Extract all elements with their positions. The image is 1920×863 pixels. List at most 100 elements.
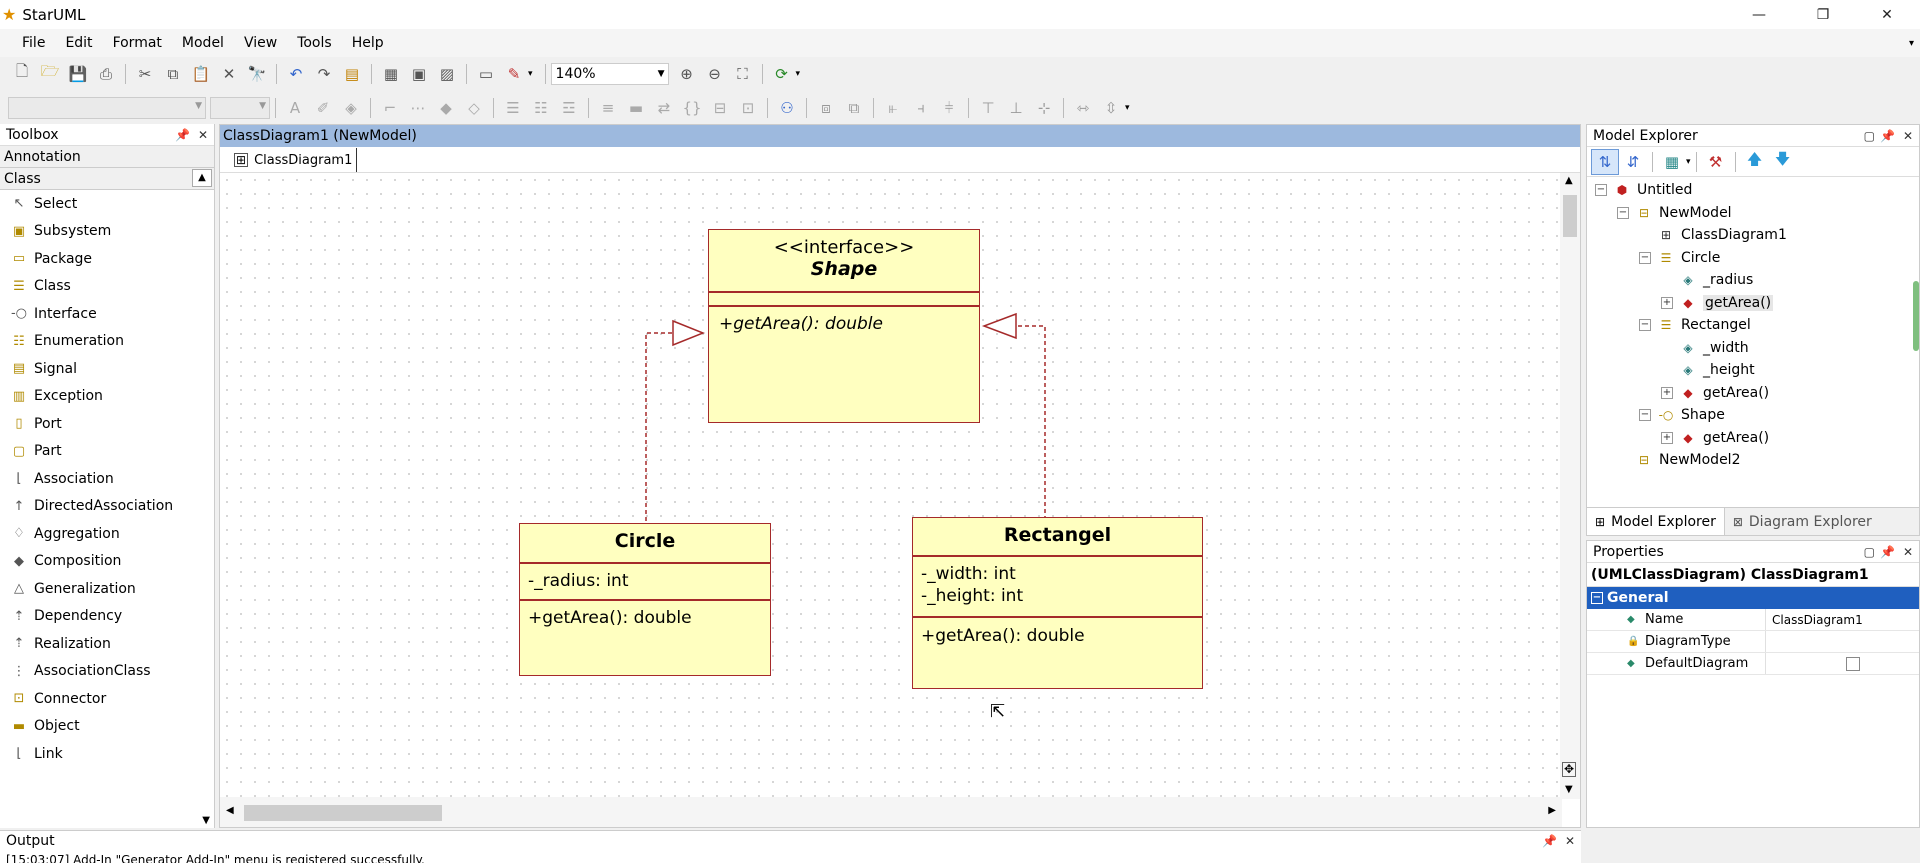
default-diagram-checkbox[interactable]: [1846, 656, 1860, 671]
toolbox-item-dependency[interactable]: ⇡ Dependency: [0, 603, 214, 631]
diagram-explorer-tab[interactable]: ⊠ Diagram Explorer: [1725, 508, 1880, 535]
refresh-dropdown-icon[interactable]: ▾: [796, 69, 801, 79]
properties-pin-icon[interactable]: 📌: [1880, 545, 1895, 559]
zoom-combo[interactable]: 140% ▼: [550, 62, 669, 85]
find-icon[interactable]: 🔭: [243, 61, 271, 87]
save-icon[interactable]: 💾: [64, 61, 92, 87]
addin-dropdown-icon[interactable]: ▾: [528, 69, 533, 79]
send-back-icon[interactable]: ⧉: [840, 95, 868, 121]
model-properties-icon[interactable]: ⚒: [1702, 149, 1730, 175]
toolbox-item-realization[interactable]: ⇡ Realization: [0, 630, 214, 658]
align-middle-icon[interactable]: ⊹: [1030, 95, 1058, 121]
format-more-dropdown-icon[interactable]: ▾: [1125, 103, 1130, 113]
tree-node[interactable]: − ⬢ Untitled: [1595, 179, 1919, 202]
bring-front-icon[interactable]: ⧈: [812, 95, 840, 121]
layout-icon[interactable]: ⚇: [773, 95, 801, 121]
diagram-view-icon[interactable]: ▣: [405, 61, 433, 87]
menu-overflow-icon[interactable]: ▾: [1909, 38, 1914, 49]
menu-model[interactable]: Model: [172, 35, 234, 51]
line-style-dropdown-icon[interactable]: ⋯: [404, 95, 432, 121]
show-op-icon[interactable]: ☷: [527, 95, 555, 121]
align-bottom-icon[interactable]: ⊥: [1002, 95, 1030, 121]
maximize-button[interactable]: ❐: [1794, 0, 1852, 29]
space-v-icon[interactable]: ⇳: [1097, 95, 1125, 121]
align-top-icon[interactable]: ⊤: [974, 95, 1002, 121]
fill-color-icon[interactable]: ◈: [337, 95, 365, 121]
toolbox-class-category[interactable]: Class ▲: [0, 168, 214, 190]
rectangel-class-box[interactable]: Rectangel -_width: int -_height: int +ge…: [912, 517, 1203, 689]
zoom-out-icon[interactable]: ⊖: [701, 61, 729, 87]
collapse-icon[interactable]: −: [1639, 409, 1651, 422]
toolbox-item-exception[interactable]: ▥ Exception: [0, 383, 214, 411]
expand-icon[interactable]: +: [1661, 296, 1673, 309]
property-value[interactable]: [1765, 653, 1919, 674]
move-up-icon[interactable]: 🡅: [1741, 149, 1769, 175]
output-pin-icon[interactable]: 📌: [1542, 834, 1557, 848]
collapse-icon[interactable]: −: [1617, 206, 1629, 219]
tree-node[interactable]: ◈ _height: [1595, 359, 1919, 382]
shape-interface-box[interactable]: <<interface>> Shape +getArea(): double: [708, 229, 980, 423]
copy-icon[interactable]: ⧉: [159, 61, 187, 87]
print-icon[interactable]: ⎙: [92, 61, 120, 87]
toolbox-scroll-down-icon[interactable]: ▼: [202, 815, 210, 826]
toolbox-item-object[interactable]: ▬ Object: [0, 713, 214, 741]
minimize-button[interactable]: —: [1730, 0, 1788, 29]
diagram-open-icon[interactable]: ▨: [433, 61, 461, 87]
properties-general-section[interactable]: − General: [1587, 587, 1919, 609]
output-close-icon[interactable]: ✕: [1565, 834, 1575, 848]
menu-view[interactable]: View: [234, 35, 287, 51]
toolbox-item-association[interactable]: ⌊ Association: [0, 465, 214, 493]
property-value[interactable]: ClassDiagram1: [1765, 609, 1919, 630]
redo-icon[interactable]: ↷: [310, 61, 338, 87]
tree-node[interactable]: ⊟ NewModel2: [1595, 449, 1919, 472]
scroll-left-icon[interactable]: ◀: [226, 805, 234, 816]
collapse-icon[interactable]: −: [1639, 251, 1651, 264]
delete-icon[interactable]: ✕: [215, 61, 243, 87]
toolbox-item-aggregation[interactable]: ♢ Aggregation: [0, 520, 214, 548]
explorer-float-icon[interactable]: ▢: [1864, 129, 1875, 143]
tree-node[interactable]: + ◆ getArea(): [1595, 427, 1919, 450]
toolbox-item-subsystem[interactable]: ▣ Subsystem: [0, 218, 214, 246]
explorer-resize-grip[interactable]: [1913, 281, 1919, 351]
pin-icon[interactable]: 📌: [175, 128, 190, 142]
space-h-icon[interactable]: ⇿: [1069, 95, 1097, 121]
tree-node[interactable]: ◈ _radius: [1595, 269, 1919, 292]
collapse-category-icon[interactable]: ▲: [192, 169, 212, 187]
tree-node[interactable]: + ◆ getArea(): [1595, 292, 1919, 315]
move-down-icon[interactable]: 🡇: [1769, 149, 1797, 175]
filter-dropdown-icon[interactable]: ▾: [1686, 157, 1691, 167]
circle-class-box[interactable]: Circle -_radius: int +getArea(): double: [519, 523, 771, 676]
align-left-icon[interactable]: ⫦: [879, 95, 907, 121]
tree-node[interactable]: − ☰ Rectangel: [1595, 314, 1919, 337]
menu-file[interactable]: File: [12, 35, 55, 51]
menu-tools[interactable]: Tools: [287, 35, 342, 51]
toolbox-item-class[interactable]: ☰ Class: [0, 273, 214, 301]
font-size-combo[interactable]: ▼: [210, 96, 270, 119]
compartment-icon[interactable]: ⊟: [706, 95, 734, 121]
paste-icon[interactable]: 📋: [187, 61, 215, 87]
refresh-icon[interactable]: ⟳: [768, 61, 796, 87]
filter-icon[interactable]: ▦: [1658, 149, 1686, 175]
explorer-pin-icon[interactable]: 📌: [1880, 129, 1895, 143]
suppress-icon[interactable]: ◇: [460, 95, 488, 121]
align-center-icon[interactable]: ⫩: [935, 95, 963, 121]
font-name-combo[interactable]: ▼: [8, 96, 206, 119]
cut-icon[interactable]: ✂: [131, 61, 159, 87]
visibility-icon[interactable]: {}: [678, 95, 706, 121]
tree-node[interactable]: − -○ Shape: [1595, 404, 1919, 427]
scroll-right-icon[interactable]: ▶: [1548, 805, 1556, 816]
menu-format[interactable]: Format: [103, 35, 172, 51]
vscroll-thumb[interactable]: [1563, 195, 1577, 237]
toolbox-item-select[interactable]: ↖ Select: [0, 190, 214, 218]
annotation-icon[interactable]: ≡: [594, 95, 622, 121]
toolbox-item-link[interactable]: ⌊ Link: [0, 740, 214, 768]
explorer-close-icon[interactable]: ✕: [1903, 129, 1913, 143]
properties-float-icon[interactable]: ▢: [1864, 545, 1875, 559]
rectilinear-icon[interactable]: ◆: [432, 95, 460, 121]
scroll-down-icon[interactable]: ▼: [1565, 784, 1573, 795]
diagram-tab[interactable]: ⊞ ClassDiagram1: [230, 148, 358, 172]
toolbox-item-enumeration[interactable]: ☷ Enumeration: [0, 328, 214, 356]
fit-view-icon[interactable]: ✥: [1562, 762, 1577, 777]
collapse-icon[interactable]: −: [1595, 184, 1607, 197]
line-style-icon[interactable]: ⌐: [376, 95, 404, 121]
